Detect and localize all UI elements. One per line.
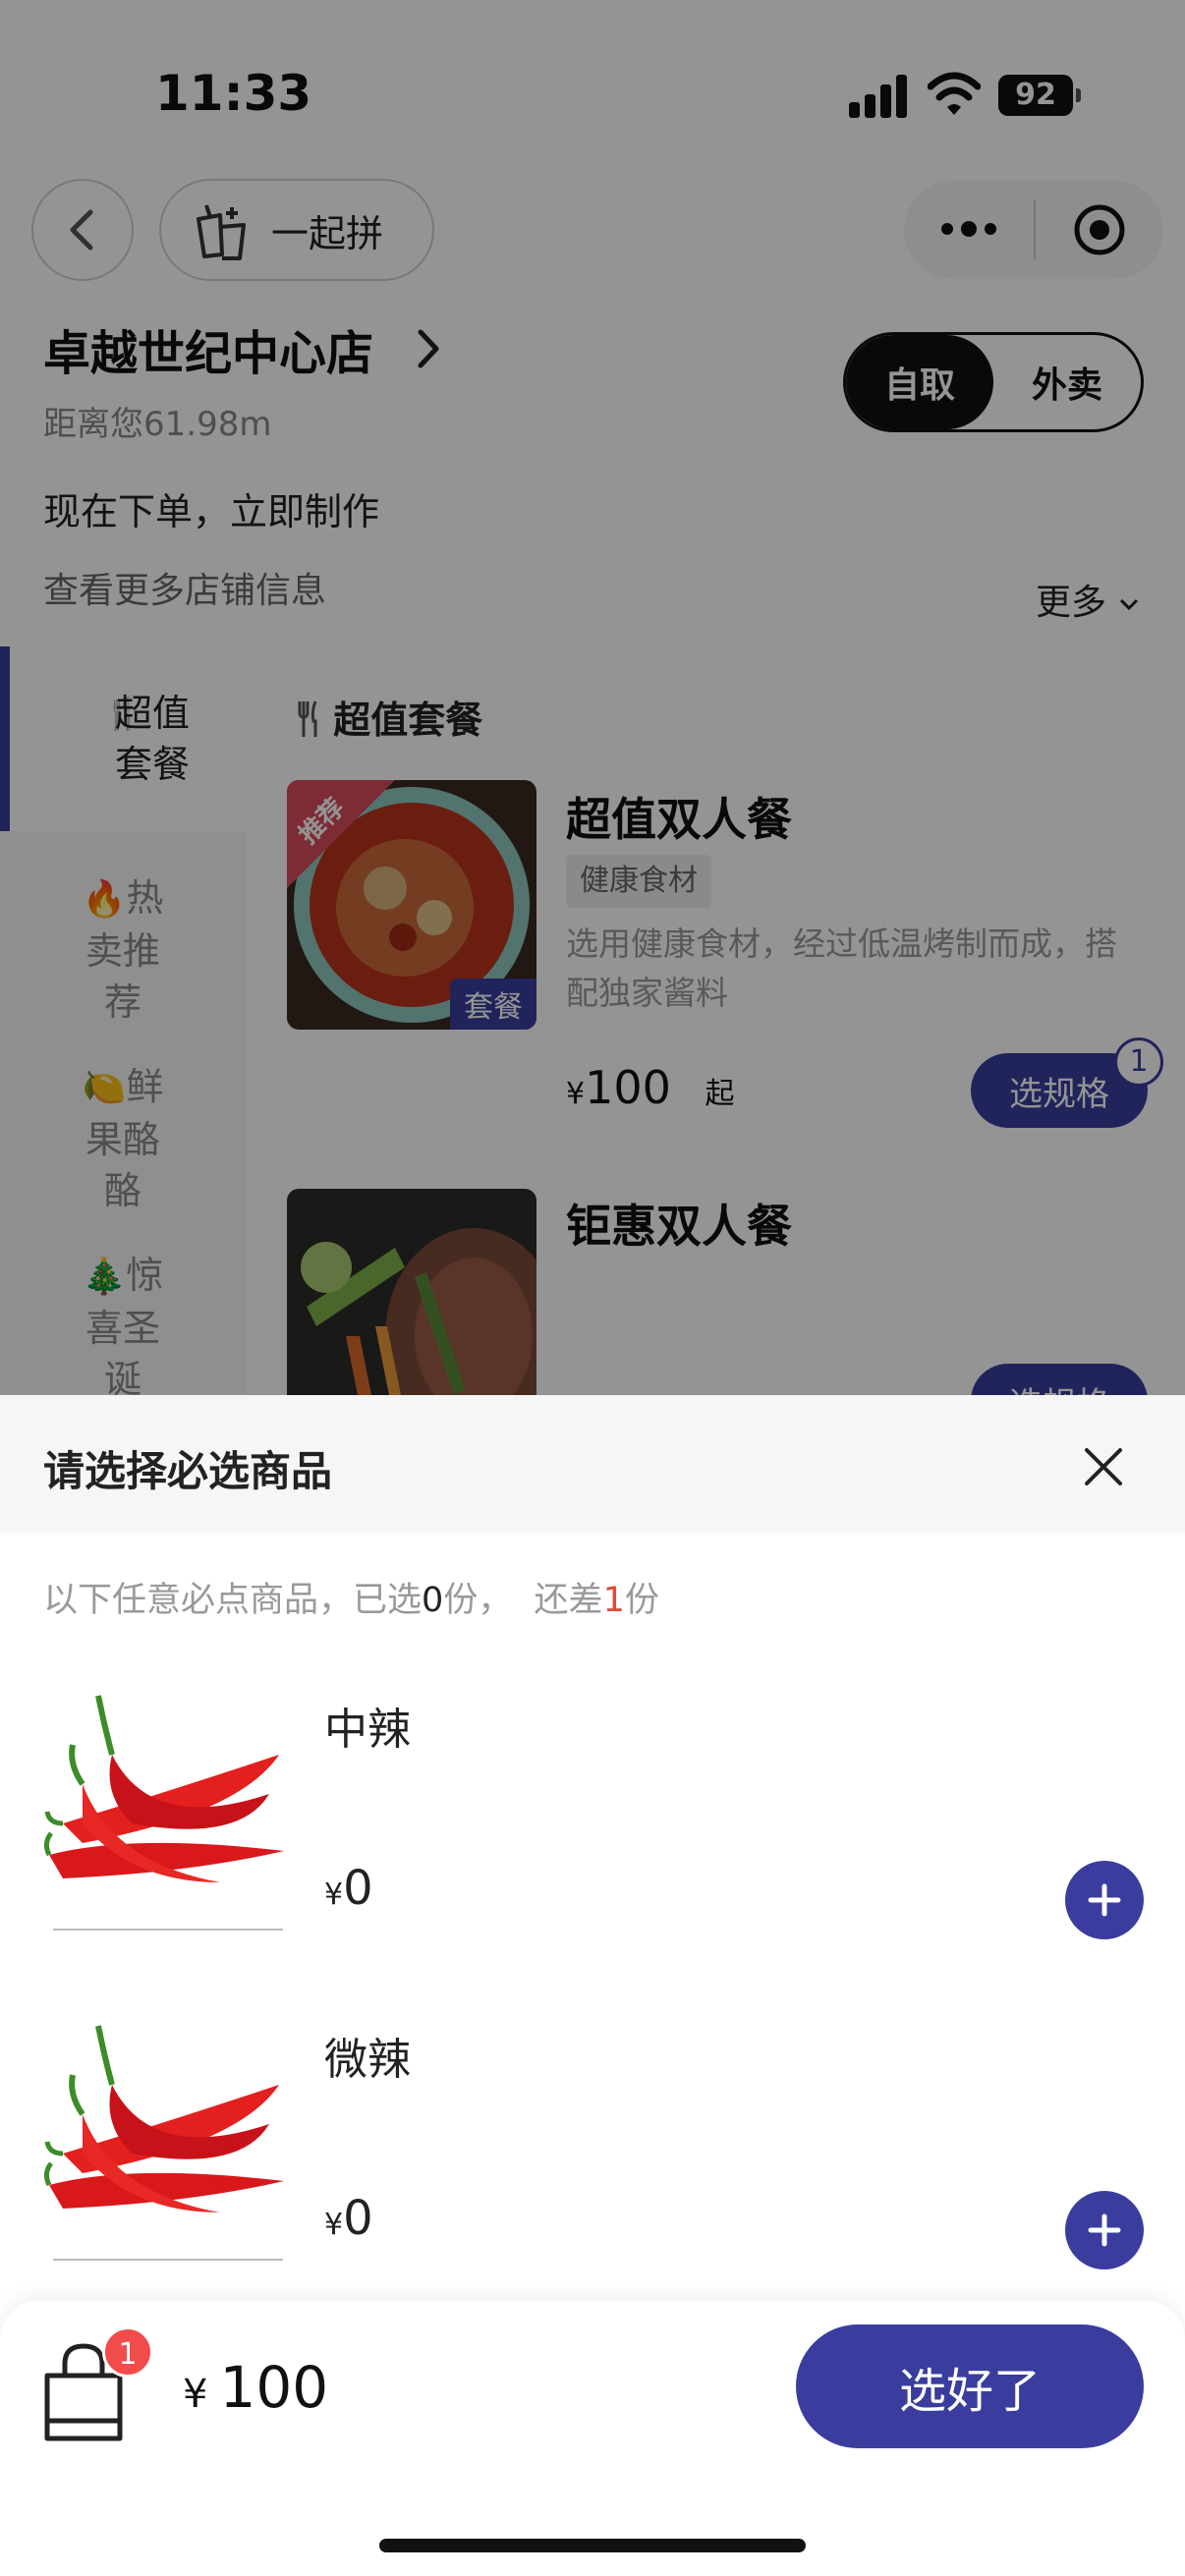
home-indicator[interactable]: [379, 2539, 806, 2552]
cart-bar: 1 ¥100 选好了: [0, 2301, 1185, 2576]
hint-mid: 份， 还差: [443, 1581, 603, 1620]
selection-hint: 以下任意必点商品，已选0份， 还差1份: [43, 1572, 659, 1622]
modal-backdrop[interactable]: [0, 0, 1185, 1395]
chili-image: [43, 1686, 291, 1933]
plus-icon: [1088, 1883, 1121, 1917]
sheet-header: 请选择必选商品: [0, 1395, 1185, 1533]
remaining-count: 1: [602, 1581, 625, 1620]
selected-count: 0: [422, 1581, 444, 1620]
item-name: 微辣: [324, 2035, 411, 2085]
confirm-selection-button[interactable]: 选好了: [796, 2324, 1144, 2448]
hint-suffix: 份: [624, 1581, 659, 1620]
item-name: 中辣: [324, 1705, 411, 1755]
add-item-button[interactable]: [1065, 2191, 1144, 2269]
price-value: 0: [343, 1861, 373, 1916]
item-price: ¥0: [324, 1861, 373, 1916]
add-item-button[interactable]: [1065, 1861, 1144, 1939]
chili-image: [43, 2016, 291, 2264]
sheet-title: 请选择必选商品: [43, 1447, 333, 1495]
cart-total: ¥100: [183, 2354, 328, 2421]
plus-icon: [1088, 2213, 1121, 2247]
currency-symbol: ¥: [324, 1877, 344, 1912]
currency-symbol: ¥: [183, 2372, 208, 2417]
hint-prefix: 以下任意必点商品，已选: [43, 1581, 423, 1620]
currency-symbol: ¥: [324, 2208, 344, 2242]
price-value: 0: [343, 2191, 373, 2246]
item-price: ¥0: [324, 2191, 373, 2246]
page: 11:33 92 一起拼 卓越世纪中心店 距离您61.98m 自取 外卖 现在下…: [0, 0, 1185, 2576]
cart-count-badge: 1: [102, 2326, 153, 2378]
total-value: 100: [219, 2354, 329, 2421]
close-icon[interactable]: [1081, 1444, 1126, 1489]
